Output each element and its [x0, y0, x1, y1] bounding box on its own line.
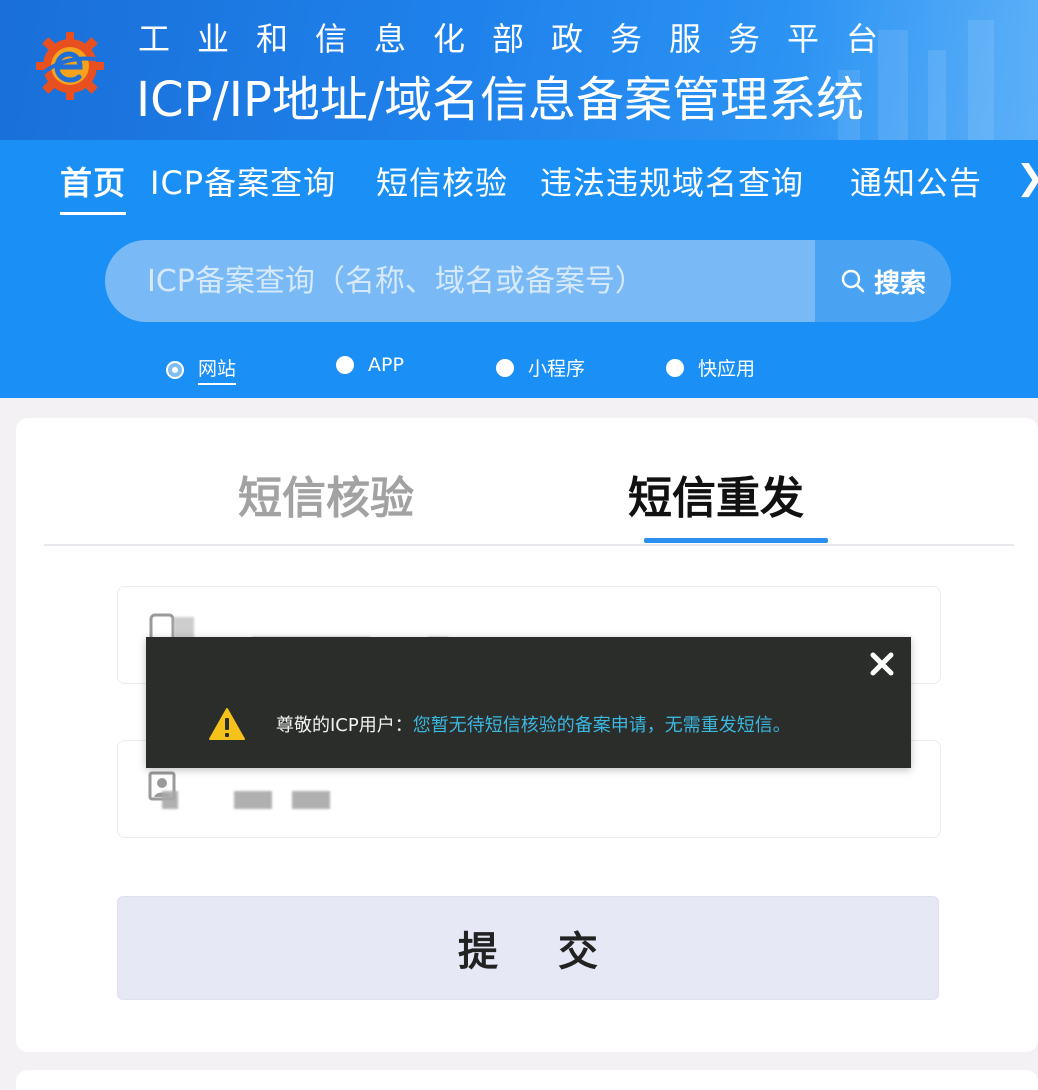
toast-prefix: 尊敬的ICP用户：: [276, 715, 413, 736]
notice-toast: 尊敬的ICP用户：您暂无待短信核验的备案申请，无需重发短信。: [146, 637, 911, 768]
nav-item-illegal-domain-query[interactable]: 违法违规域名查询: [540, 158, 804, 204]
header-title: ICP/IP地址/域名信息备案管理系统: [136, 72, 865, 128]
close-icon[interactable]: [867, 649, 897, 679]
active-tab-indicator: [644, 538, 828, 543]
next-card-edge: [16, 1070, 1038, 1090]
search-icon: [841, 269, 865, 293]
redacted-value: [292, 791, 330, 809]
nav-item-notices[interactable]: 通知公告: [850, 158, 982, 204]
type-radio-website[interactable]: 网站: [166, 354, 237, 385]
search-button-label: 搜索: [873, 268, 926, 299]
search-button[interactable]: 搜索: [815, 240, 951, 322]
type-label-app: APP: [368, 354, 404, 376]
type-label-website: 网站: [198, 354, 237, 385]
warning-icon: [209, 708, 245, 740]
record-type-radios: 网站 APP 小程序 快应用: [0, 354, 1038, 388]
tab-sms-resend[interactable]: 短信重发: [628, 462, 804, 526]
radio-unchecked-icon: [666, 358, 684, 377]
nav-item-icp-query[interactable]: ICP备案查询: [150, 158, 336, 204]
type-label-quick-app: 快应用: [698, 358, 756, 380]
site-header: 工业和信息化部政务服务平台 ICP/IP地址/域名信息备案管理系统: [0, 0, 1038, 140]
toast-text: 尊敬的ICP用户：您暂无待短信核验的备案申请，无需重发短信。: [276, 711, 791, 737]
tab-sms-verify[interactable]: 短信核验: [238, 462, 414, 526]
submit-button[interactable]: 提交: [117, 896, 939, 1000]
miit-gear-logo-icon: [36, 32, 104, 100]
radio-unchecked-icon: [336, 356, 354, 374]
radio-unchecked-icon: [496, 358, 514, 377]
search-input[interactable]: [105, 240, 815, 322]
nav-search-band: 首页 ICP备案查询 短信核验 违法违规域名查询 通知公告 ❯ 搜索 网站 AP…: [0, 140, 1038, 398]
sms-tabs: 短信核验 短信重发: [44, 418, 1014, 546]
header-subtitle: 工业和信息化部政务服务平台: [138, 20, 906, 58]
toast-message: 您暂无待短信核验的备案申请，无需重发短信。: [412, 715, 791, 736]
nav-item-sms-verify[interactable]: 短信核验: [376, 158, 508, 204]
redacted-value: [234, 791, 272, 809]
type-radio-app[interactable]: APP: [336, 354, 404, 376]
radio-checked-icon: [166, 360, 184, 379]
nav-item-home[interactable]: 首页: [60, 158, 127, 215]
type-radio-mini-program[interactable]: 小程序: [496, 354, 585, 381]
main-nav: 首页 ICP备案查询 短信核验 违法违规域名查询 通知公告 ❯: [0, 158, 1038, 218]
type-radio-quick-app[interactable]: 快应用: [666, 354, 755, 381]
chevron-right-icon[interactable]: ❯: [1016, 158, 1038, 198]
type-label-mini-program: 小程序: [528, 358, 586, 380]
redacted-value: [162, 791, 178, 809]
search-bar: 搜索: [105, 240, 951, 322]
